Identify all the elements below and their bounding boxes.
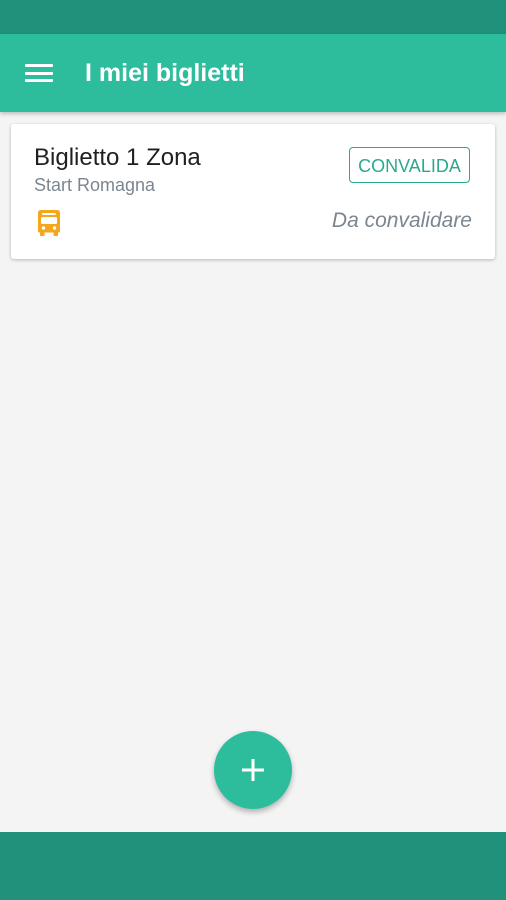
ticket-operator: Start Romagna (34, 175, 156, 195)
plus-icon (242, 759, 264, 781)
ticket-card[interactable]: Biglietto 1 Zona Start Romagna CONVALIDA… (11, 124, 495, 259)
page-title: I miei biglietti (85, 59, 245, 87)
hamburger-menu-icon (25, 64, 53, 82)
validate-button[interactable]: CONVALIDA (349, 147, 470, 183)
navigation-bar (0, 832, 506, 900)
menu-button[interactable] (18, 53, 60, 93)
ticket-title: Biglietto 1 Zona (34, 144, 201, 171)
ticket-status: Da convalidare (331, 209, 472, 232)
bus-icon (38, 210, 60, 236)
app-bar: I miei biglietti (0, 34, 506, 112)
add-ticket-button[interactable] (214, 731, 292, 809)
status-bar (0, 0, 506, 34)
